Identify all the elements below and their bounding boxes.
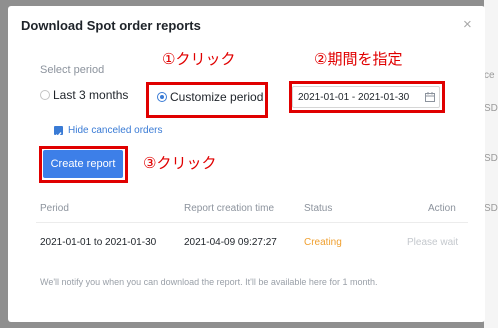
footer-note: We'll notify you when you can download t… [40, 277, 378, 287]
checkbox-checked-icon [55, 132, 62, 138]
radio-customize-period-label[interactable]: Customize period [170, 90, 263, 104]
col-header-status: Status [304, 203, 333, 214]
background-column-text: SD [484, 153, 498, 164]
calendar-icon[interactable] [425, 92, 435, 102]
background-column-text: SD [484, 103, 498, 114]
background-page [484, 0, 498, 328]
close-icon[interactable]: × [463, 17, 472, 32]
col-header-period: Period [40, 203, 69, 214]
radio-last-3-months-label[interactable]: Last 3 months [53, 88, 128, 102]
create-report-button[interactable]: Create report [43, 150, 123, 178]
radio-last-3-months[interactable] [40, 90, 50, 100]
col-header-creation-time: Report creation time [184, 203, 275, 214]
date-range-value: 2021-01-01 - 2021-01-30 [298, 92, 410, 103]
hide-canceled-label[interactable]: Hide canceled orders [68, 125, 163, 136]
dialog-title: Download Spot order reports [21, 18, 201, 33]
annotation-step3: ③クリック [143, 155, 217, 172]
hide-canceled-checkbox[interactable] [54, 126, 63, 138]
date-range-picker[interactable]: 2021-01-01 - 2021-01-30 [292, 86, 440, 108]
row-creation-time: 2021-04-09 09:27:27 [184, 237, 277, 248]
select-period-label: Select period [40, 64, 105, 76]
background-column-text: SD [484, 203, 498, 214]
annotation-step2: ②期間を指定 [314, 51, 403, 68]
row-period: 2021-01-01 to 2021-01-30 [40, 237, 157, 248]
radio-customize-period[interactable] [157, 92, 167, 102]
table-divider [36, 222, 468, 223]
row-action: Please wait [407, 237, 459, 248]
col-header-action: Action [428, 203, 456, 214]
background-column-text: ce [484, 70, 495, 81]
download-report-dialog: Download Spot order reports × Select per… [8, 6, 485, 322]
annotation-step1: ①クリック [162, 51, 236, 68]
row-status-badge: Creating [304, 237, 342, 248]
